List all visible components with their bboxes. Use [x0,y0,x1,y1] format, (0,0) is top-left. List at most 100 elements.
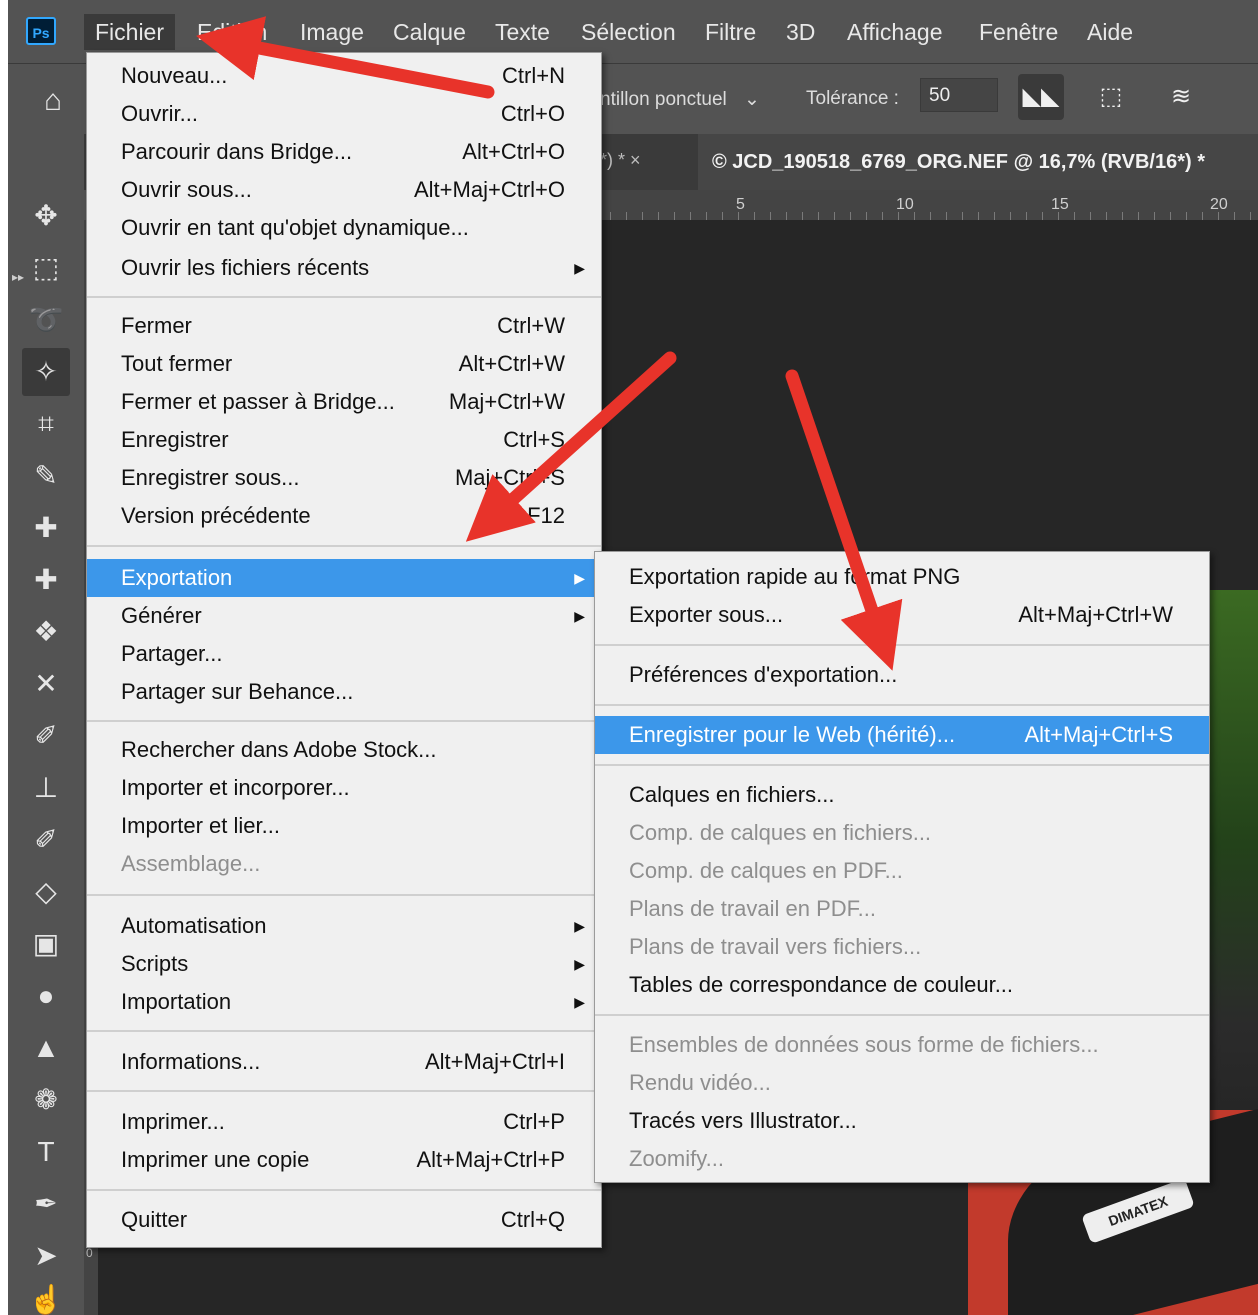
submenu-item-exporter-sous[interactable]: Exporter sous... Alt+Maj+Ctrl+W [595,596,1209,634]
submenu-item-calques-fichiers[interactable]: Calques en fichiers... [595,776,1209,814]
menu-item-label: Partager... [121,641,223,666]
menu-separator [87,1030,601,1032]
submenu-item-comp-calques-pdf: Comp. de calques en PDF... [595,852,1209,890]
menu-filtre[interactable]: Filtre [694,14,767,50]
menu-item-shortcut: Alt+Ctrl+W [458,351,565,376]
menu-item-label: Tout fermer [121,351,233,376]
menu-item-scripts[interactable]: Scripts ▶ [87,945,601,983]
submenu-item-enregistrer-web[interactable]: Enregistrer pour le Web (hérité)... Alt+M… [595,716,1209,754]
gradient-tool-icon[interactable]: ▣ [22,920,70,968]
healing-brush-tool-icon[interactable]: ✚ [22,556,70,604]
menu-selection[interactable]: Sélection [570,14,687,50]
submenu-item-tables-couleur[interactable]: Tables de correspondance de couleur... [595,966,1209,1004]
menu-item-exportation[interactable]: Exportation ▶ [87,559,601,597]
menu-item-importation[interactable]: Importation ▶ [87,983,601,1021]
clone-stamp-tool-icon[interactable]: ⊥ [22,764,70,812]
submenu-item-preferences-export[interactable]: Préférences d'exportation... [595,656,1209,694]
magic-wand-tool-icon[interactable]: ✧ [22,348,70,396]
menu-item-label: Générer [121,603,202,628]
patch-tool-icon[interactable]: ❖ [22,608,70,656]
path-selection-tool-icon[interactable]: ➤ [22,1232,70,1280]
menu-edition[interactable]: Edition [186,14,278,50]
menu-item-imprimer[interactable]: Imprimer... Ctrl+P [87,1103,601,1141]
type-tool-icon[interactable]: T [22,1128,70,1176]
menu-separator [595,1014,1209,1016]
menu-separator [87,894,601,896]
select-subject-icon[interactable]: ⬚ [1088,74,1134,120]
submenu-arrow-icon: ▶ [574,918,585,934]
sharpen-tool-icon[interactable]: ▲ [22,1024,70,1072]
menu-item-importer-lier[interactable]: Importer et lier... [87,807,601,845]
menu-item-enregistrer-sous[interactable]: Enregistrer sous... Maj+Ctrl+S [87,459,601,497]
submenu-item-traces-illustrator[interactable]: Tracés vers Illustrator... [595,1102,1209,1140]
menu-item-tout-fermer[interactable]: Tout fermer Alt+Ctrl+W [87,345,601,383]
menu-image[interactable]: Image [289,14,375,50]
eraser-tool-icon[interactable]: ◇ [22,868,70,916]
menu-item-parcourir-bridge[interactable]: Parcourir dans Bridge... Alt+Ctrl+O [87,133,601,171]
spot-healing-tool-icon[interactable]: ✚ [22,504,70,552]
content-aware-move-tool-icon[interactable]: ✕ [22,660,70,708]
layers-sample-icon[interactable]: ≋ [1158,74,1204,120]
menu-fenetre[interactable]: Fenêtre [968,14,1069,50]
tab-previous-document[interactable]: *) * × [600,150,641,171]
menu-item-imprimer-copie[interactable]: Imprimer une copie Alt+Maj+Ctrl+P [87,1141,601,1179]
menu-item-shortcut: Ctrl+N [502,63,565,88]
menu-item-fermer-bridge[interactable]: Fermer et passer à Bridge... Maj+Ctrl+W [87,383,601,421]
menu-item-informations[interactable]: Informations... Alt+Maj+Ctrl+I [87,1043,601,1081]
menu-item-shortcut: Ctrl+W [497,313,565,338]
menu-item-nouveau[interactable]: Nouveau... Ctrl+N [87,57,601,95]
ruler-mark: 15 [1051,196,1069,213]
menu-texte[interactable]: Texte [484,14,561,50]
sponge-tool-icon[interactable]: ❁ [22,1076,70,1124]
menu-item-shortcut: Ctrl+P [503,1109,565,1134]
history-brush-tool-icon[interactable]: ✐ [22,816,70,864]
menu-item-partager[interactable]: Partager... [87,635,601,673]
menu-item-fichiers-recents[interactable]: Ouvrir les fichiers récents ▶ [87,249,601,287]
menu-item-label: Préférences d'exportation... [629,662,898,687]
anti-alias-icon[interactable]: ◣◣ [1018,74,1064,120]
tolerance-input[interactable]: 50 [920,78,998,112]
sample-size-select[interactable]: ntillon ponctuel ⌄ [600,88,760,111]
menu-item-ouvrir-objet-dynamique[interactable]: Ouvrir en tant qu'objet dynamique... [87,209,601,247]
pen-tool-icon[interactable]: ✒ [22,1180,70,1228]
menu-item-shortcut: Alt+Maj+Ctrl+W [1018,602,1173,627]
menu-item-generer[interactable]: Générer ▶ [87,597,601,635]
menu-item-ouvrir-sous[interactable]: Ouvrir sous... Alt+Maj+Ctrl+O [87,171,601,209]
menu-calque[interactable]: Calque [382,14,477,50]
submenu-item-export-png[interactable]: Exportation rapide au format PNG [595,558,1209,596]
menu-item-quitter[interactable]: Quitter Ctrl+Q [87,1201,601,1239]
menu-item-label: Plans de travail en PDF... [629,896,877,921]
menu-item-label: Importation [121,989,232,1014]
menu-separator [595,644,1209,646]
vertical-ruler-zero: 0 [86,1246,93,1260]
crop-tool-icon[interactable]: ⌗ [22,400,70,448]
tolerance-label: Tolérance : [806,88,899,109]
home-icon[interactable]: ⌂ [44,84,62,118]
menu-affichage[interactable]: Affichage [836,14,953,50]
menu-item-enregistrer[interactable]: Enregistrer Ctrl+S [87,421,601,459]
menu-item-version-precedente[interactable]: Version précédente F12 [87,497,601,535]
lasso-tool-icon[interactable]: ➰ [22,296,70,344]
menu-item-shortcut: Alt+Maj+Ctrl+O [414,177,565,202]
menu-item-automatisation[interactable]: Automatisation ▶ [87,907,601,945]
eyedropper-tool-icon[interactable]: ✎ [22,452,70,500]
move-tool-icon[interactable]: ✥ [22,192,70,240]
tab-active-document[interactable]: © JCD_190518_6769_ORG.NEF @ 16,7% (RVB/1… [698,134,1258,190]
menu-item-importer-incorporer[interactable]: Importer et incorporer... [87,769,601,807]
menu-item-fermer[interactable]: Fermer Ctrl+W [87,307,601,345]
menu-item-partager-behance[interactable]: Partager sur Behance... [87,673,601,711]
brush-tool-icon[interactable]: ✐ [22,712,70,760]
menu-item-shortcut: Ctrl+Q [500,1207,565,1232]
menu-item-label: Informations... [121,1049,261,1074]
blur-tool-icon[interactable]: ● [22,972,70,1020]
menu-aide[interactable]: Aide [1076,14,1144,50]
hand-tool-icon[interactable]: ☝ [22,1276,70,1315]
menu-fichier[interactable]: Fichier [84,14,176,50]
submenu-item-zoomify: Zoomify... [595,1140,1209,1178]
menu-3d[interactable]: 3D [775,14,826,50]
menu-item-adobe-stock[interactable]: Rechercher dans Adobe Stock... [87,731,601,769]
menu-item-ouvrir[interactable]: Ouvrir... Ctrl+O [87,95,601,133]
menu-item-label: Exportation [121,565,233,590]
marquee-tool-icon[interactable]: ⬚ [22,244,70,292]
menu-item-shortcut: Ctrl+S [503,427,565,452]
